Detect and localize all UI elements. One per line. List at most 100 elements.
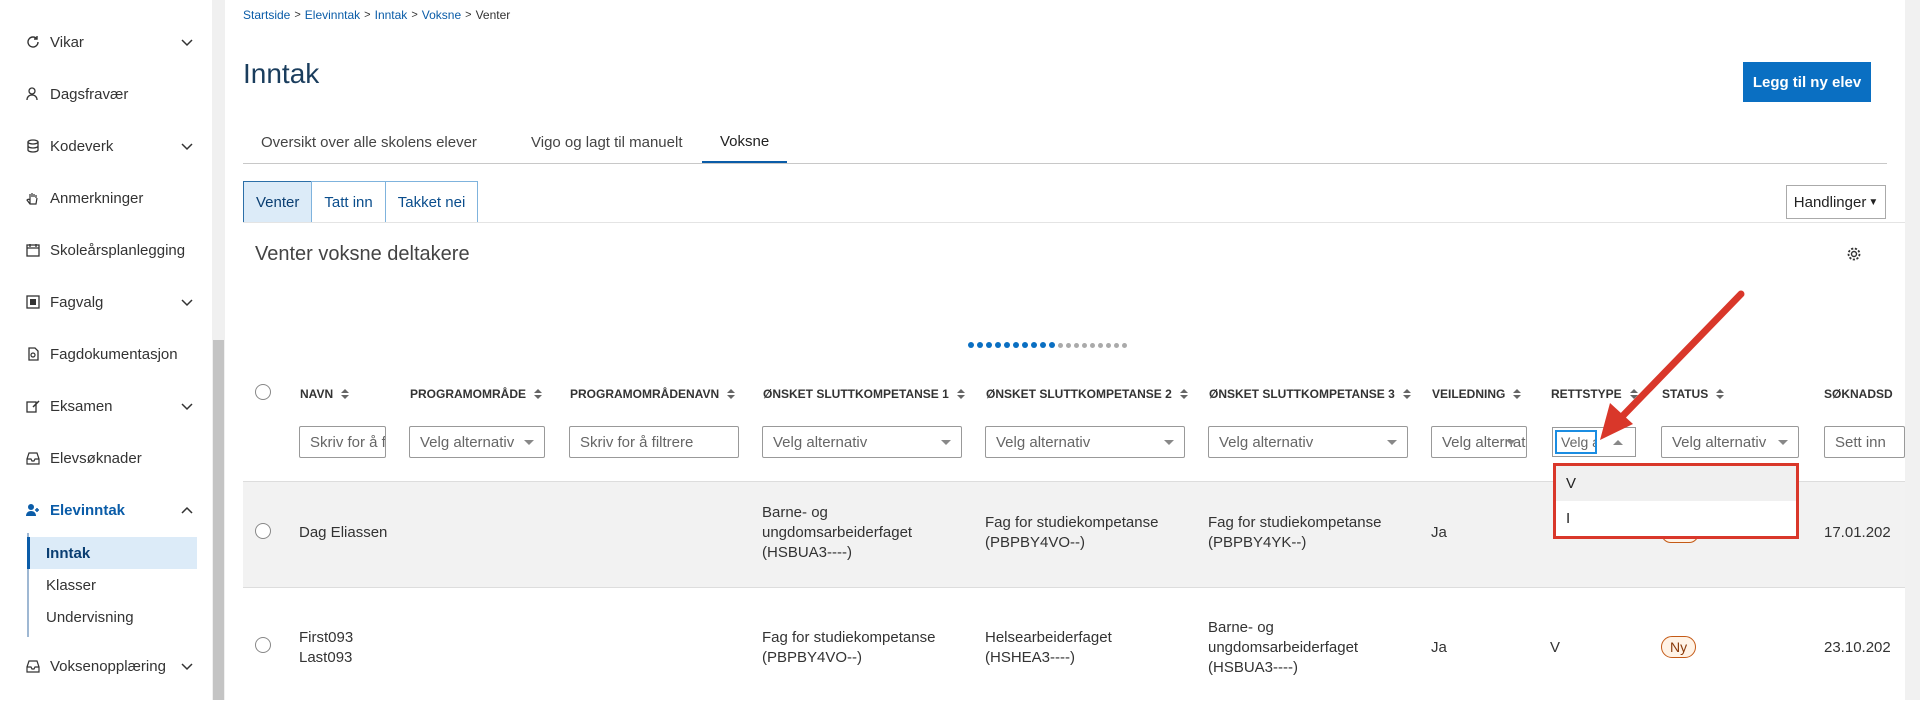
- filter-soknadsdato[interactable]: Sett inn: [1824, 426, 1905, 458]
- breadcrumb-startside[interactable]: Startside: [243, 8, 290, 22]
- header-label: PROGRAMOMRÅDENAVN: [570, 387, 720, 401]
- chevron-up-icon: [180, 503, 194, 517]
- cell-dato: 23.10.202: [1824, 639, 1891, 656]
- card-title: Venter voksne deltakere: [255, 243, 470, 265]
- checkbox-icon: [26, 295, 40, 309]
- cell-rettstype: V: [1550, 639, 1561, 656]
- column-header-navn[interactable]: NAVN: [300, 387, 350, 401]
- row-checkbox[interactable]: [255, 637, 271, 653]
- sidebar-item-label: Elevinntak: [50, 501, 126, 519]
- sidebar-item-anmerkninger[interactable]: Anmerkninger: [26, 184, 194, 212]
- chevron-down-icon: [180, 659, 194, 673]
- chevron-right-icon: >: [294, 9, 301, 21]
- sidebar-item-label: Fagdokumentasjon: [50, 345, 178, 363]
- sidebar-item-elevsoknader[interactable]: Elevsøknader: [26, 444, 194, 472]
- column-header-sk1[interactable]: ØNSKET SLUTTKOMPETANSE 1: [763, 387, 965, 401]
- indicator-dot: [1066, 342, 1071, 348]
- breadcrumb: Startside > Elevinntak > Inntak > Voksne > V…: [243, 8, 510, 22]
- sidebar-scrollbar-thumb[interactable]: [213, 340, 224, 700]
- breadcrumb-elevinntak[interactable]: Elevinntak: [305, 8, 360, 22]
- caret-down-icon: [941, 440, 951, 445]
- cell-veiledning: Ja: [1431, 524, 1447, 541]
- column-header-programomrade[interactable]: PROGRAMOMRÅDE: [410, 387, 542, 401]
- segment-takket-nei[interactable]: Takket nei: [384, 181, 479, 223]
- sidebar-item-fagdokumentasjon[interactable]: Fagdokumentasjon: [26, 340, 194, 368]
- page-scrollbar[interactable]: [1905, 0, 1920, 700]
- sidebar-subitem-undervisning[interactable]: Undervisning: [27, 601, 197, 633]
- breadcrumb-voksne[interactable]: Voksne: [422, 8, 461, 22]
- sidebar: Vikar Dagsfravær Kodeverk Anmerkninger S…: [0, 0, 212, 700]
- sidebar-item-dagsfravaer[interactable]: Dagsfravær: [26, 80, 194, 108]
- row-checkbox[interactable]: [255, 523, 271, 539]
- chevron-down-icon: [180, 139, 194, 153]
- segment-tatt-inn[interactable]: Tatt inn: [311, 181, 386, 223]
- sidebar-item-eksamen[interactable]: Eksamen: [26, 392, 194, 420]
- indicator-dot: [1058, 342, 1063, 348]
- sidebar-subitem-klasser[interactable]: Klasser: [27, 569, 197, 601]
- header-label: ØNSKET SLUTTKOMPETANSE 1: [763, 387, 949, 401]
- tab-bar: Oversikt over alle skolens elever Vigo o…: [243, 122, 1887, 164]
- sidebar-item-fagvalg[interactable]: Fagvalg: [26, 288, 194, 316]
- filter-veiledning[interactable]: Velg alternativ: [1431, 426, 1527, 458]
- dropdown-option-v[interactable]: V: [1556, 466, 1796, 501]
- indicator-dot: [1090, 342, 1095, 348]
- tab-oversikt[interactable]: Oversikt over alle skolens elever: [243, 122, 495, 162]
- actions-dropdown-button[interactable]: Handlinger ▼: [1786, 185, 1886, 219]
- indicator-dot: [1082, 342, 1087, 348]
- indicator-dot: [1031, 342, 1037, 348]
- add-student-button[interactable]: Legg til ny elev: [1743, 62, 1871, 102]
- cell-navn: Dag Eliassen: [299, 524, 388, 541]
- caret-down-icon: ▼: [1868, 196, 1879, 208]
- header-label: PROGRAMOMRÅDE: [410, 387, 526, 401]
- indicator-dot: [977, 342, 983, 348]
- column-header-programomradenavn[interactable]: PROGRAMOMRÅDENAVN: [570, 387, 736, 401]
- sort-icon: [341, 389, 350, 399]
- sort-icon: [956, 389, 965, 399]
- chevron-down-icon: [180, 295, 194, 309]
- filter-programomradenavn[interactable]: Skriv for å filtrere: [569, 426, 739, 458]
- dropdown-option-i[interactable]: I: [1556, 501, 1796, 536]
- column-header-soknadsdato[interactable]: SØKNADSD: [1824, 387, 1904, 401]
- filter-text: Velg alternativ: [420, 433, 515, 451]
- sidebar-item-kodeverk[interactable]: Kodeverk: [26, 132, 194, 160]
- header-label: VEILEDNING: [1432, 387, 1506, 401]
- column-header-sk2[interactable]: ØNSKET SLUTTKOMPETANSE 2: [986, 387, 1188, 401]
- sidebar-item-label: Voksenopplæring: [50, 657, 166, 675]
- sidebar-subitem-inntak[interactable]: Inntak: [27, 537, 197, 569]
- inbox-icon: [26, 659, 40, 673]
- sidebar-item-label: Elevsøknader: [50, 449, 142, 467]
- actions-label: Handlinger: [1793, 193, 1867, 211]
- sort-icon: [1402, 389, 1411, 399]
- cell-sk3: Barne- og ungdomsarbeiderfaget (HSBUA3--…: [1208, 619, 1359, 676]
- sidebar-item-label: Fagvalg: [50, 293, 104, 311]
- filter-navn[interactable]: Skriv for å filtrere: [299, 426, 386, 458]
- sort-icon: [727, 389, 736, 399]
- chevron-right-icon: >: [465, 9, 472, 21]
- column-scroll-indicator[interactable]: [968, 342, 1127, 348]
- cell-dato: 17.01.202: [1824, 524, 1891, 541]
- header-label: ØNSKET SLUTTKOMPETANSE 3: [1209, 387, 1395, 401]
- sort-icon: [534, 389, 542, 399]
- sidebar-item-vikar[interactable]: Vikar: [26, 28, 194, 56]
- chevron-right-icon: >: [411, 9, 418, 21]
- column-header-sk3[interactable]: ØNSKET SLUTTKOMPETANSE 3: [1209, 387, 1411, 401]
- filter-sk2[interactable]: Velg alternativ: [985, 426, 1185, 458]
- indicator-dot: [1074, 342, 1079, 348]
- gear-icon[interactable]: [1846, 246, 1862, 262]
- tab-vigo[interactable]: Vigo og lagt til manuelt: [513, 122, 701, 162]
- column-header-veiledning[interactable]: VEILEDNING: [1432, 387, 1522, 401]
- sidebar-item-label: Vikar: [50, 33, 84, 51]
- filter-programomrade[interactable]: Velg alternativ: [409, 426, 545, 458]
- indicator-dot: [1022, 342, 1028, 348]
- chevron-right-icon: >: [364, 9, 371, 21]
- tab-voksne[interactable]: Voksne: [702, 122, 788, 163]
- sidebar-item-voksenopplaering[interactable]: Voksenopplæring: [26, 652, 194, 680]
- filter-sk1[interactable]: Velg alternativ: [762, 426, 962, 458]
- sort-icon: [1513, 389, 1522, 399]
- sidebar-item-skolearsplanlegging[interactable]: Skoleårsplanlegging: [26, 236, 194, 264]
- filter-sk3[interactable]: Velg alternativ: [1208, 426, 1408, 458]
- segment-venter[interactable]: Venter: [243, 181, 313, 223]
- select-all-checkbox[interactable]: [255, 384, 271, 400]
- sidebar-item-elevinntak[interactable]: Elevinntak: [26, 496, 194, 524]
- breadcrumb-inntak[interactable]: Inntak: [375, 8, 408, 22]
